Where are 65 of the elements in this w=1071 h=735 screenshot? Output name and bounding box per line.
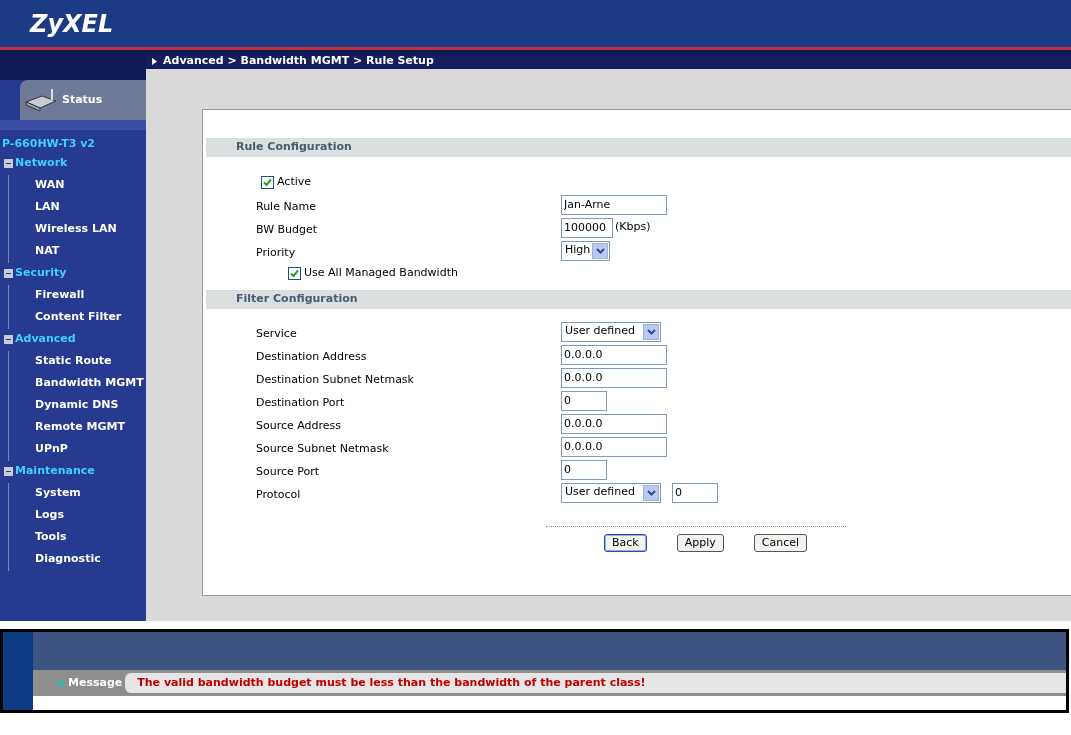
- form-button[interactable]: Back: [604, 534, 647, 552]
- menu-item[interactable]: Static Route: [35, 353, 112, 370]
- bullet-icon: [57, 679, 64, 687]
- field-label: Destination Address: [256, 349, 367, 363]
- input-field[interactable]: 0.0.0.0: [561, 413, 667, 434]
- dropdown[interactable]: User defined: [561, 482, 661, 503]
- field-label: Priority: [256, 245, 296, 259]
- field-label: Rule Name: [256, 199, 316, 213]
- collapse-icon[interactable]: [4, 159, 13, 168]
- field-label: Use All Managed Bandwidth: [304, 264, 458, 281]
- menu-group[interactable]: Maintenance: [15, 463, 95, 480]
- input-field[interactable]: 0.0.0.0: [561, 344, 667, 365]
- menu-item[interactable]: Dynamic DNS: [35, 397, 119, 414]
- field-label: Active: [277, 173, 312, 190]
- menu-item[interactable]: System: [35, 485, 81, 502]
- field-label: Destination Port: [256, 395, 345, 409]
- router-icon: [24, 88, 58, 112]
- input-field[interactable]: Jan-Arne: [561, 194, 667, 215]
- dropdown[interactable]: User defined: [561, 321, 661, 342]
- input-field[interactable]: 0.0.0.0: [561, 367, 667, 388]
- menu-group[interactable]: Network: [15, 155, 68, 172]
- form-button[interactable]: Apply: [676, 534, 724, 552]
- dropdown[interactable]: High: [561, 240, 610, 261]
- menu-item[interactable]: WAN: [35, 177, 65, 194]
- section-header: Rule Configuration: [206, 138, 1071, 157]
- checkbox[interactable]: [288, 266, 301, 280]
- collapse-icon[interactable]: [4, 335, 13, 344]
- menu-item[interactable]: Wireless LAN: [35, 221, 117, 238]
- input-field[interactable]: 0.0.0.0: [561, 436, 667, 457]
- device-model: P-660HW-T3 v2: [1, 136, 96, 152]
- menu-item[interactable]: LAN: [35, 199, 60, 216]
- menu-item[interactable]: NAT: [35, 243, 60, 260]
- field-label: Destination Subnet Netmask: [256, 372, 414, 386]
- collapse-icon[interactable]: [4, 467, 13, 476]
- input-field[interactable]: 100000: [561, 217, 613, 238]
- menu-item[interactable]: Firewall: [35, 287, 85, 304]
- menu-group[interactable]: Advanced: [15, 331, 76, 348]
- checkbox[interactable]: [261, 175, 274, 189]
- field-label: Source Subnet Netmask: [256, 441, 389, 455]
- section-header: Filter Configuration: [206, 290, 1071, 309]
- field-label: Service: [256, 326, 297, 340]
- field-label: BW Budget: [256, 222, 318, 236]
- collapse-icon[interactable]: [4, 269, 13, 278]
- menu-item[interactable]: Diagnostic: [35, 551, 101, 568]
- menu-item[interactable]: Bandwidth MGMT: [35, 375, 144, 392]
- menu-item[interactable]: Content Filter: [35, 309, 122, 326]
- status-tab[interactable]: Status: [20, 80, 146, 120]
- input-field[interactable]: 0: [561, 390, 607, 411]
- menu-item[interactable]: Remote MGMT: [35, 419, 125, 436]
- message-box: The valid bandwidth budget must be less than the bandwidth of the parent class!: [125, 673, 1066, 693]
- menu-item[interactable]: UPnP: [35, 441, 68, 458]
- unit-label: (Kbps): [615, 219, 651, 236]
- logo: ZyXEL: [30, 8, 114, 40]
- arrow-icon: [152, 58, 157, 65]
- menu-group[interactable]: Security: [15, 265, 67, 282]
- field-label: Protocol: [256, 487, 301, 501]
- field-label: Source Address: [256, 418, 342, 432]
- form-button[interactable]: Cancel: [753, 534, 808, 552]
- message-label: Message: [68, 674, 123, 691]
- input-field[interactable]: 0: [672, 482, 718, 503]
- breadcrumb: Advanced > Bandwidth MGMT > Rule Setup: [163, 53, 434, 70]
- input-field[interactable]: 0: [561, 459, 607, 480]
- menu-item[interactable]: Tools: [35, 529, 67, 546]
- menu-item[interactable]: Logs: [35, 507, 64, 524]
- field-label: Source Port: [256, 464, 320, 478]
